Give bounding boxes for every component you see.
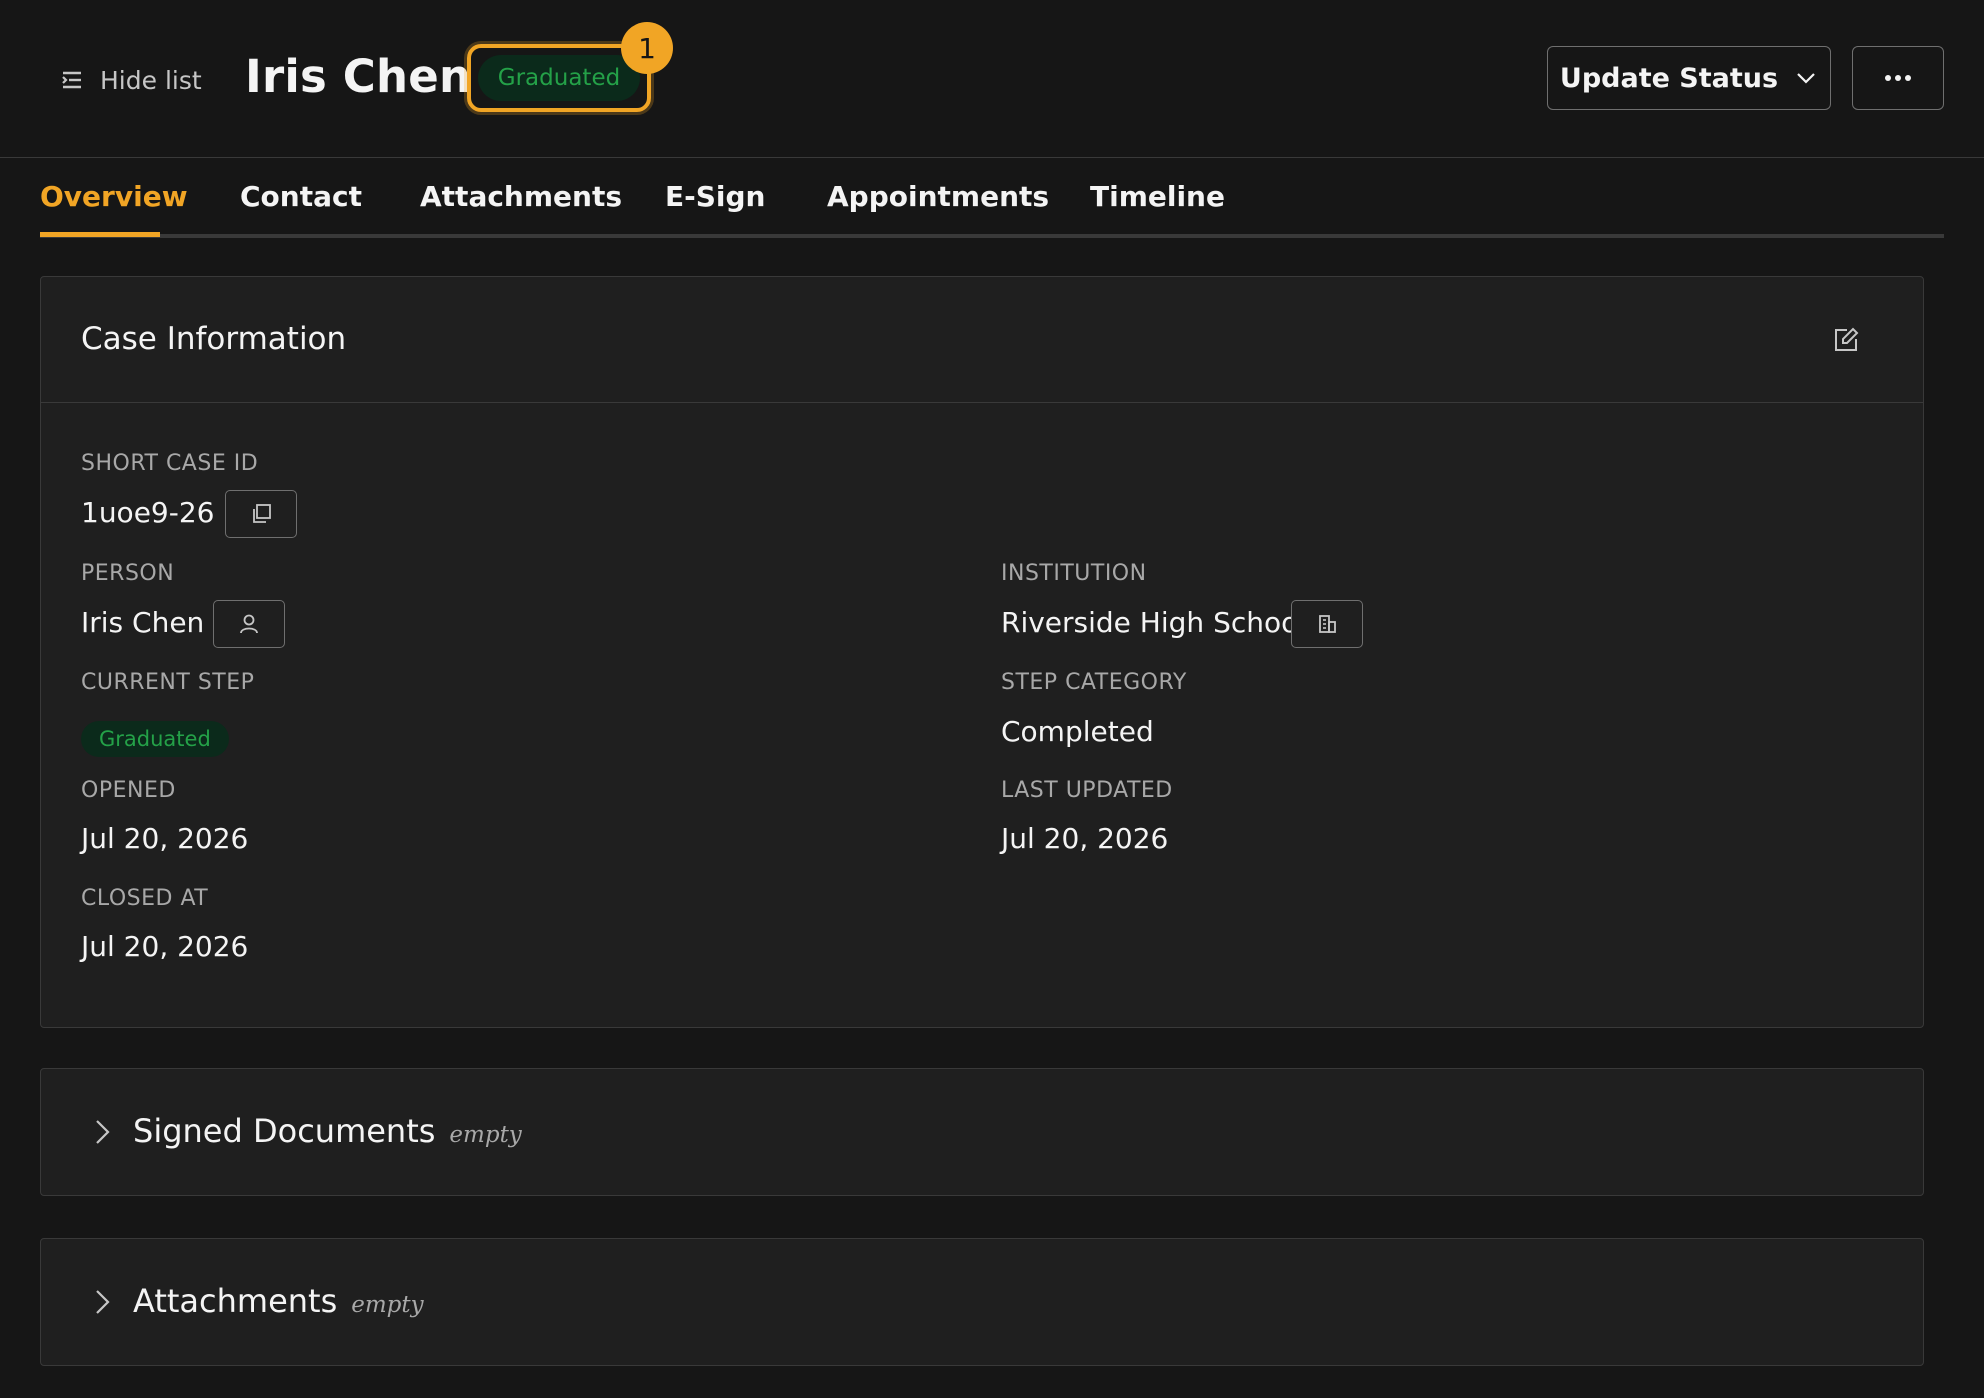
hide-list-label: Hide list: [100, 65, 202, 95]
overflow-menu-icon: [1885, 75, 1911, 81]
attachments-empty-label: empty: [351, 1292, 424, 1318]
card-title: Case Information: [81, 321, 347, 357]
chevron-right-icon: [96, 1120, 110, 1144]
tab-e-sign[interactable]: E-Sign: [665, 180, 766, 213]
tab-contact[interactable]: Contact: [240, 180, 362, 213]
tab-bar: Overview Contact Attachments E-Sign Appo…: [40, 158, 1944, 238]
closed-at-value: Jul 20, 2026: [81, 930, 249, 963]
more-options-button[interactable]: [1852, 46, 1944, 110]
update-status-button[interactable]: Update Status: [1547, 46, 1831, 110]
building-icon: [1319, 615, 1336, 633]
institution-label: INSTITUTION: [1001, 561, 1147, 586]
card-header: Case Information: [41, 277, 1923, 403]
view-person-button[interactable]: [213, 600, 285, 648]
signed-documents-section[interactable]: Signed Documents empty: [40, 1068, 1924, 1196]
current-step-label: CURRENT STEP: [81, 670, 255, 695]
edit-icon[interactable]: [1831, 325, 1861, 355]
chevron-right-icon: [96, 1290, 110, 1314]
copy-icon: [253, 504, 271, 523]
chevron-down-icon: [1797, 73, 1815, 84]
short-case-id-label: SHORT CASE ID: [81, 451, 259, 476]
attachments-section[interactable]: Attachments empty: [40, 1238, 1924, 1366]
section-title: Signed Documents empty: [133, 1112, 522, 1150]
page-title: Iris Chen: [245, 50, 472, 103]
attachments-title: Attachments: [133, 1282, 338, 1320]
person-value: Iris Chen: [81, 606, 205, 639]
update-status-label: Update Status: [1559, 62, 1779, 94]
status-tag[interactable]: Graduated: [478, 55, 640, 101]
section-title: Attachments empty: [133, 1282, 424, 1320]
last-updated-label: LAST UPDATED: [1001, 778, 1173, 803]
list-indent-icon: [62, 71, 81, 89]
view-institution-button[interactable]: [1291, 600, 1363, 648]
copy-case-id-button[interactable]: [225, 490, 297, 538]
institution-value: Riverside High School: [1001, 606, 1307, 639]
tab-timeline[interactable]: Timeline: [1090, 180, 1225, 213]
step-category-value: Completed: [1001, 715, 1154, 748]
current-step-tag: Graduated: [81, 721, 229, 757]
active-tab-indicator: [40, 232, 160, 237]
person-label: PERSON: [81, 561, 175, 586]
user-icon: [240, 614, 258, 634]
case-header: Hide list Iris Chen Graduated 1 Update S…: [0, 0, 1984, 158]
signed-documents-empty-label: empty: [449, 1122, 522, 1148]
opened-label: OPENED: [81, 778, 176, 803]
tab-appointments[interactable]: Appointments: [827, 180, 1049, 213]
tab-attachments[interactable]: Attachments: [420, 180, 622, 213]
step-category-label: STEP CATEGORY: [1001, 670, 1187, 695]
closed-at-label: CLOSED AT: [81, 886, 209, 911]
tab-overview[interactable]: Overview: [40, 180, 188, 213]
opened-value: Jul 20, 2026: [81, 822, 249, 855]
last-updated-value: Jul 20, 2026: [1001, 822, 1169, 855]
hide-list-button[interactable]: Hide list: [58, 58, 202, 102]
signed-documents-title: Signed Documents: [133, 1112, 436, 1150]
short-case-id-value: 1uoe9-26: [81, 496, 215, 529]
notification-badge: 1: [621, 22, 673, 74]
case-information-card: Case Information SHORT CASE ID 1uoe9-26 …: [40, 276, 1924, 1028]
